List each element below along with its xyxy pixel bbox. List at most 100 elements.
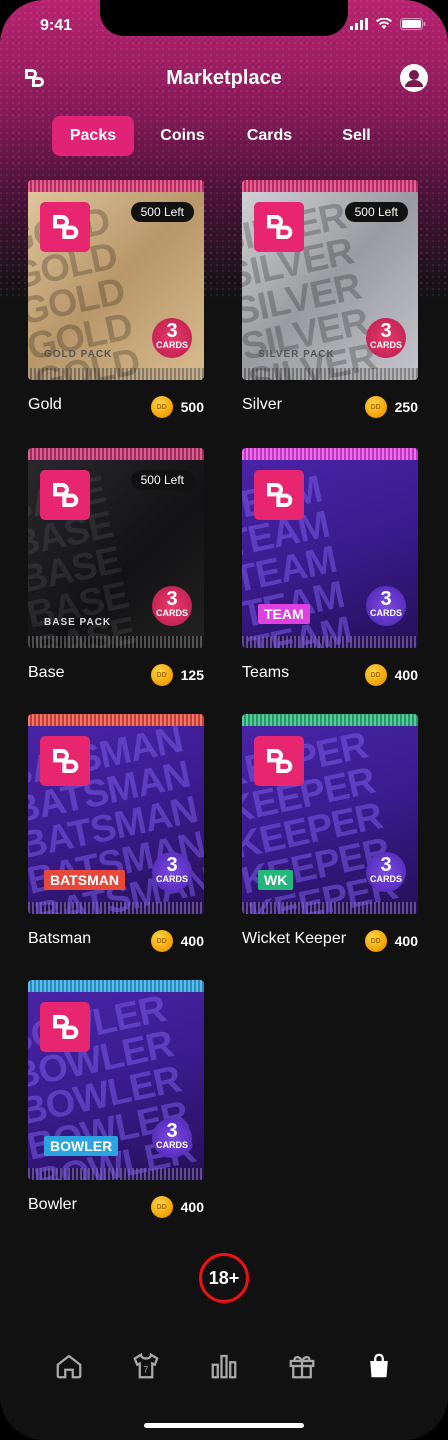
pack-name: Base [28, 664, 65, 681]
card-count-badge: 3 CARDS [152, 586, 192, 626]
coin-icon: DD [364, 396, 387, 418]
jersey-icon[interactable]: 7 [126, 1346, 166, 1386]
price-value: 400 [394, 667, 418, 683]
tab-coins[interactable]: Coins [139, 116, 226, 156]
pack-image[interactable]: KEEPER KEEPER KEEPER KEEPER KEEPER WK 3 CARDS [242, 714, 418, 914]
pack-name: Silver [242, 396, 283, 413]
shopping-bag-icon[interactable] [359, 1346, 399, 1386]
pack-image[interactable]: TEAMTEAMTEAMTEAMTEAMTEAM3CARDS [242, 448, 418, 648]
pack-price: DD 125 [150, 664, 204, 686]
tab-sell[interactable]: Sell [313, 116, 400, 156]
pack-image[interactable]: BATSMANBATSMANBATSMANBATSMANBATSMANBATSM… [28, 714, 204, 914]
remaining-badge: 500 Left [344, 202, 408, 222]
pack-image[interactable]: GOLDGOLDGOLDGOLDGOLD500 LeftGOLD PACK3CA… [28, 180, 204, 380]
card-count-label: CARDS [369, 874, 402, 884]
remaining-badge: 500 Left [130, 202, 194, 222]
app-screen: 9:41 Marketplace Packs Coins Cards Sell … [0, 0, 448, 1440]
remaining-badge: 500 Left [130, 470, 194, 490]
coin-icon: DD [364, 664, 387, 686]
pack-logo-icon [40, 1002, 90, 1052]
card-count: 3 [380, 588, 392, 610]
price-value: 400 [394, 933, 418, 949]
pack-item[interactable]: TEAMTEAMTEAMTEAMTEAMTEAM3CARDSTeamsDD400 [242, 448, 422, 688]
age-restriction-badge: 18+ [199, 1253, 249, 1303]
pack-logo-icon [40, 736, 90, 786]
profile-icon[interactable] [400, 64, 428, 92]
pack-item[interactable]: KEEPER KEEPER KEEPER KEEPER KEEPER WK 3 CARDS Wi… [242, 714, 422, 954]
home-indicator [144, 1423, 304, 1428]
wifi-icon [376, 18, 392, 29]
pack-item[interactable]: BASEBASEBASEBASEBASE500 LeftBASE PACK3CA… [28, 448, 208, 688]
pack-name: Batsman [28, 930, 92, 947]
card-count: 3 [166, 854, 178, 876]
svg-text:7: 7 [144, 1364, 149, 1374]
status-time: 9:41 [40, 17, 73, 34]
pack-price: DD 400 [150, 1196, 204, 1218]
price-value: 400 [180, 933, 204, 949]
card-count: 3 [166, 588, 178, 610]
pack-logo-icon [254, 736, 304, 786]
pack-logo-icon [254, 202, 304, 252]
coin-icon: DD [150, 396, 173, 418]
coin-icon: DD [150, 664, 173, 686]
pack-image[interactable]: SILVERSILVERSILVERSILVERSILVER500 LeftSI… [242, 180, 418, 380]
tab-packs[interactable]: Packs [52, 116, 134, 156]
pack-logo-icon [254, 470, 304, 520]
battery-icon [400, 18, 426, 30]
pack-label: BASE PACK [44, 617, 112, 628]
pack-price: DD 400 [150, 930, 204, 952]
card-count: 3 [380, 854, 392, 876]
pack-price: DD 250 [364, 396, 418, 418]
card-count: 3 [166, 1120, 178, 1142]
price-value: 250 [394, 399, 418, 415]
pack-price: DD 400 [364, 664, 418, 686]
card-count-label: CARDS [155, 608, 188, 618]
price-value: 125 [180, 667, 204, 683]
home-icon[interactable] [49, 1346, 89, 1386]
pack-logo-icon [40, 202, 90, 252]
market-tabs: Packs Coins Cards Sell [52, 116, 400, 156]
pack-image[interactable]: BOWLERBOWLERBOWLERBOWLERBOWLERBOWLER3CAR… [28, 980, 204, 1180]
status-bar: 9:41 [0, 0, 448, 50]
pack-price: DD 500 [150, 396, 204, 418]
pack-type-tag: TEAM [258, 604, 310, 624]
card-count-badge: 3 CARDS [366, 852, 406, 892]
pack-type-tag: BATSMAN [44, 870, 125, 890]
card-count-label: CARDS [155, 340, 188, 350]
card-count-label: CARDS [155, 874, 188, 884]
pack-name: Gold [28, 396, 62, 413]
coin-icon: DD [150, 1196, 173, 1218]
pack-item[interactable]: BATSMANBATSMANBATSMANBATSMANBATSMANBATSM… [28, 714, 208, 954]
pack-name: Bowler [28, 1196, 77, 1213]
card-count-label: CARDS [369, 340, 402, 350]
pack-item[interactable]: SILVERSILVERSILVERSILVERSILVER500 LeftSI… [242, 180, 422, 420]
price-value: 400 [180, 1199, 204, 1215]
signal-icon [350, 18, 368, 30]
card-count-badge: 3 CARDS [152, 852, 192, 892]
status-icons [350, 18, 426, 30]
price-value: 500 [180, 399, 204, 415]
pack-type-tag: BOWLER [44, 1136, 119, 1156]
app-header: Marketplace [0, 56, 448, 102]
pack-image[interactable]: BASEBASEBASEBASEBASE500 LeftBASE PACK3CA… [28, 448, 204, 648]
pack-price: DD 400 [364, 930, 418, 952]
pack-item[interactable]: BOWLERBOWLERBOWLERBOWLERBOWLERBOWLER3CAR… [28, 980, 208, 1220]
pack-logo-icon [40, 470, 90, 520]
card-count-badge: 3 CARDS [366, 586, 406, 626]
tab-cards[interactable]: Cards [226, 116, 313, 156]
gift-icon[interactable] [282, 1346, 322, 1386]
card-count-badge: 3 CARDS [366, 318, 406, 358]
pack-type-tag: WK [258, 870, 294, 890]
card-count: 3 [380, 320, 392, 342]
leaderboard-icon[interactable] [204, 1346, 244, 1386]
card-count-label: CARDS [155, 1140, 188, 1150]
page-title: Marketplace [166, 67, 282, 89]
coin-icon: DD [150, 930, 173, 952]
card-count-badge: 3 CARDS [152, 318, 192, 358]
bottom-nav: 7 [0, 1330, 448, 1420]
pack-name: Wicket Keeper [242, 930, 347, 947]
card-count-label: CARDS [369, 608, 402, 618]
pack-item[interactable]: GOLDGOLDGOLDGOLDGOLD500 LeftGOLD PACK3CA… [28, 180, 208, 420]
pack-name: Teams [242, 664, 290, 681]
coin-icon: DD [364, 930, 387, 952]
